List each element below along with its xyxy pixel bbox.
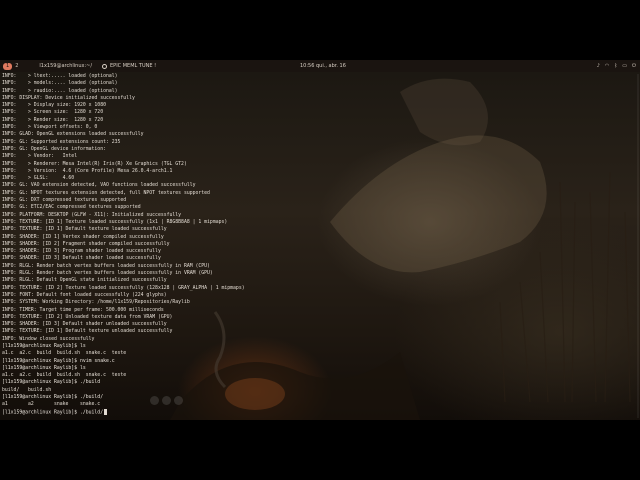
sound-icon[interactable]: ♪: [597, 63, 600, 69]
terminal-output-line: INFO: RLGL: Render batch vertex buffers …: [2, 263, 210, 269]
terminal-output-line: INFO: GL: NPOT textures extension detect…: [2, 190, 210, 196]
bluetooth-icon[interactable]: ᛒ: [614, 63, 617, 69]
terminal-output-line: a1.c a2.c build build.sh snake.c teste: [2, 351, 127, 357]
top-bar: 1 2 l1x159@archlinux:~/ EPIC MEML TUNE !…: [0, 60, 640, 72]
workspace-indicator[interactable]: 1 2: [3, 62, 21, 70]
terminal-output-line: INFO: RLGL: Default OpenGL state initial…: [2, 278, 167, 284]
music-title: EPIC MEML TUNE !: [110, 63, 157, 69]
terminal-window[interactable]: INFO: > ltext:..... loaded (optional) INF…: [0, 72, 640, 420]
system-tray: ♪ ◠ ᛒ ▭ ⏻: [597, 63, 636, 69]
terminal-prompt-line: [l1x159@archlinux Raylib]$ ls: [2, 343, 86, 349]
terminal-output-line: INFO: DISPLAY: Device initialized succes…: [2, 95, 135, 101]
terminal-output-line: INFO: > raudio:.... loaded (optional): [2, 88, 118, 94]
pause-icon[interactable]: [162, 396, 171, 405]
terminal-output-line: INFO: TIMER: Target time per frame: 500.…: [2, 307, 164, 313]
terminal-output-line: INFO: SYSTEM: Working Directory: /home/l…: [2, 300, 190, 306]
terminal-prompt-line: [l1x159@archlinux Raylib]$ nvim snake.c: [2, 358, 115, 364]
music-icon: [102, 63, 108, 69]
scrollbar[interactable]: [637, 74, 639, 418]
terminal-output-line: INFO: > Version: 4.6 (Core Profile) Mesa…: [2, 168, 173, 174]
terminal-output-line: a1 a2 snake snake.c: [2, 402, 101, 408]
terminal-cursor: [104, 408, 108, 415]
workspace-number[interactable]: 2: [15, 63, 18, 69]
terminal-output-line: INFO: GL: ETC2/EAC compressed textures s…: [2, 205, 141, 211]
terminal-output: INFO: > ltext:..... loaded (optional) INF…: [2, 73, 636, 416]
terminal-output-line: INFO: SHADER: [ID 3] Program shader load…: [2, 249, 161, 255]
terminal-output-line: INFO: TEXTURE: [ID 1] Default texture lo…: [2, 227, 167, 233]
terminal-output-line: INFO: RLGL: Render batch vertex buffers …: [2, 271, 213, 277]
terminal-prompt-line: [l1x159@archlinux Raylib]$ ./build/: [2, 395, 104, 401]
terminal-output-line: INFO: SHADER: [ID 3] Default shader unlo…: [2, 322, 167, 328]
terminal-output-line: INFO: TEXTURE: [ID 1] Texture loaded suc…: [2, 219, 228, 225]
battery-icon[interactable]: ▭: [622, 63, 627, 69]
terminal-output-line: INFO: SHADER: [ID 3] Default shader load…: [2, 256, 161, 262]
terminal-prompt-line: [l1x159@archlinux Raylib]$ ls: [2, 365, 86, 371]
terminal-output-line: INFO: PLATFORM: DESKTOP (GLFW - X11): In…: [2, 212, 182, 218]
terminal-prompt-line: [l1x159@archlinux Raylib]$ ./build/: [2, 408, 636, 416]
terminal-output-line: INFO: > Renderer: Mesa Intel(R) Iris(R) …: [2, 161, 187, 167]
terminal-output-line: INFO: TEXTURE: [ID 1] Default texture un…: [2, 329, 173, 335]
terminal-output-line: INFO: GLAD: OpenGL extensions loaded suc…: [2, 132, 144, 138]
clock[interactable]: 10:56 qui., abr. 16: [300, 63, 346, 69]
terminal-output-line: INFO: > GLSL: 4.60: [2, 176, 75, 182]
music-widget[interactable]: EPIC MEML TUNE !: [102, 63, 156, 69]
terminal-output-line: INFO: > ltext:..... loaded (optional): [2, 74, 118, 79]
terminal-output-line: INFO: > Viewport offsets: 0, 0: [2, 125, 98, 131]
previous-icon[interactable]: [150, 396, 159, 405]
terminal-output-line: INFO: TEXTURE: [ID 2] Unloaded texture d…: [2, 314, 173, 320]
terminal-output-line: INFO: SHADER: [ID 2] Fragment shader com…: [2, 241, 170, 247]
next-icon[interactable]: [174, 396, 183, 405]
terminal-output-line: INFO: Window closed successfully: [2, 336, 95, 342]
network-icon[interactable]: ◠: [605, 63, 609, 69]
terminal-output-line: INFO: > Screen size: 1280 x 720: [2, 110, 104, 116]
media-controls: [150, 396, 183, 405]
terminal-output-line: INFO: > Vendor: Intel: [2, 154, 78, 160]
terminal-output-line: INFO: > Display size: 1920 x 1080: [2, 103, 106, 109]
terminal-output-line: a1.c a2.c build build.sh snake.c teste: [2, 373, 127, 379]
terminal-output-line: INFO: GL: DXT compressed textures suppor…: [2, 198, 127, 204]
terminal-prompt-line: [l1x159@archlinux Raylib]$ ./build: [2, 380, 101, 386]
terminal-output-line: INFO: TEXTURE: [ID 2] Texture loaded suc…: [2, 285, 245, 291]
terminal-output-line: INFO: GL: Supported extensions count: 23…: [2, 139, 121, 145]
terminal-output-line: INFO: SHADER: [ID 1] Vertex shader compi…: [2, 234, 164, 240]
terminal-output-line: INFO: FONT: Default font loaded successf…: [2, 292, 167, 298]
terminal-output-line: INFO: GL: VAO extension detected, VAO fu…: [2, 183, 196, 189]
terminal-output-line: INFO: > models:.... loaded (optional): [2, 81, 118, 87]
terminal-output-line: build/ build.sh: [2, 387, 52, 393]
power-icon[interactable]: ⏻: [632, 63, 636, 69]
terminal-output-line: INFO: GL: OpenGL device information:: [2, 146, 106, 152]
window-title: l1x159@archlinux:~/: [39, 63, 93, 69]
terminal-output-line: INFO: > Render size: 1280 x 720: [2, 117, 104, 123]
workspace-badge[interactable]: 1: [3, 62, 13, 70]
